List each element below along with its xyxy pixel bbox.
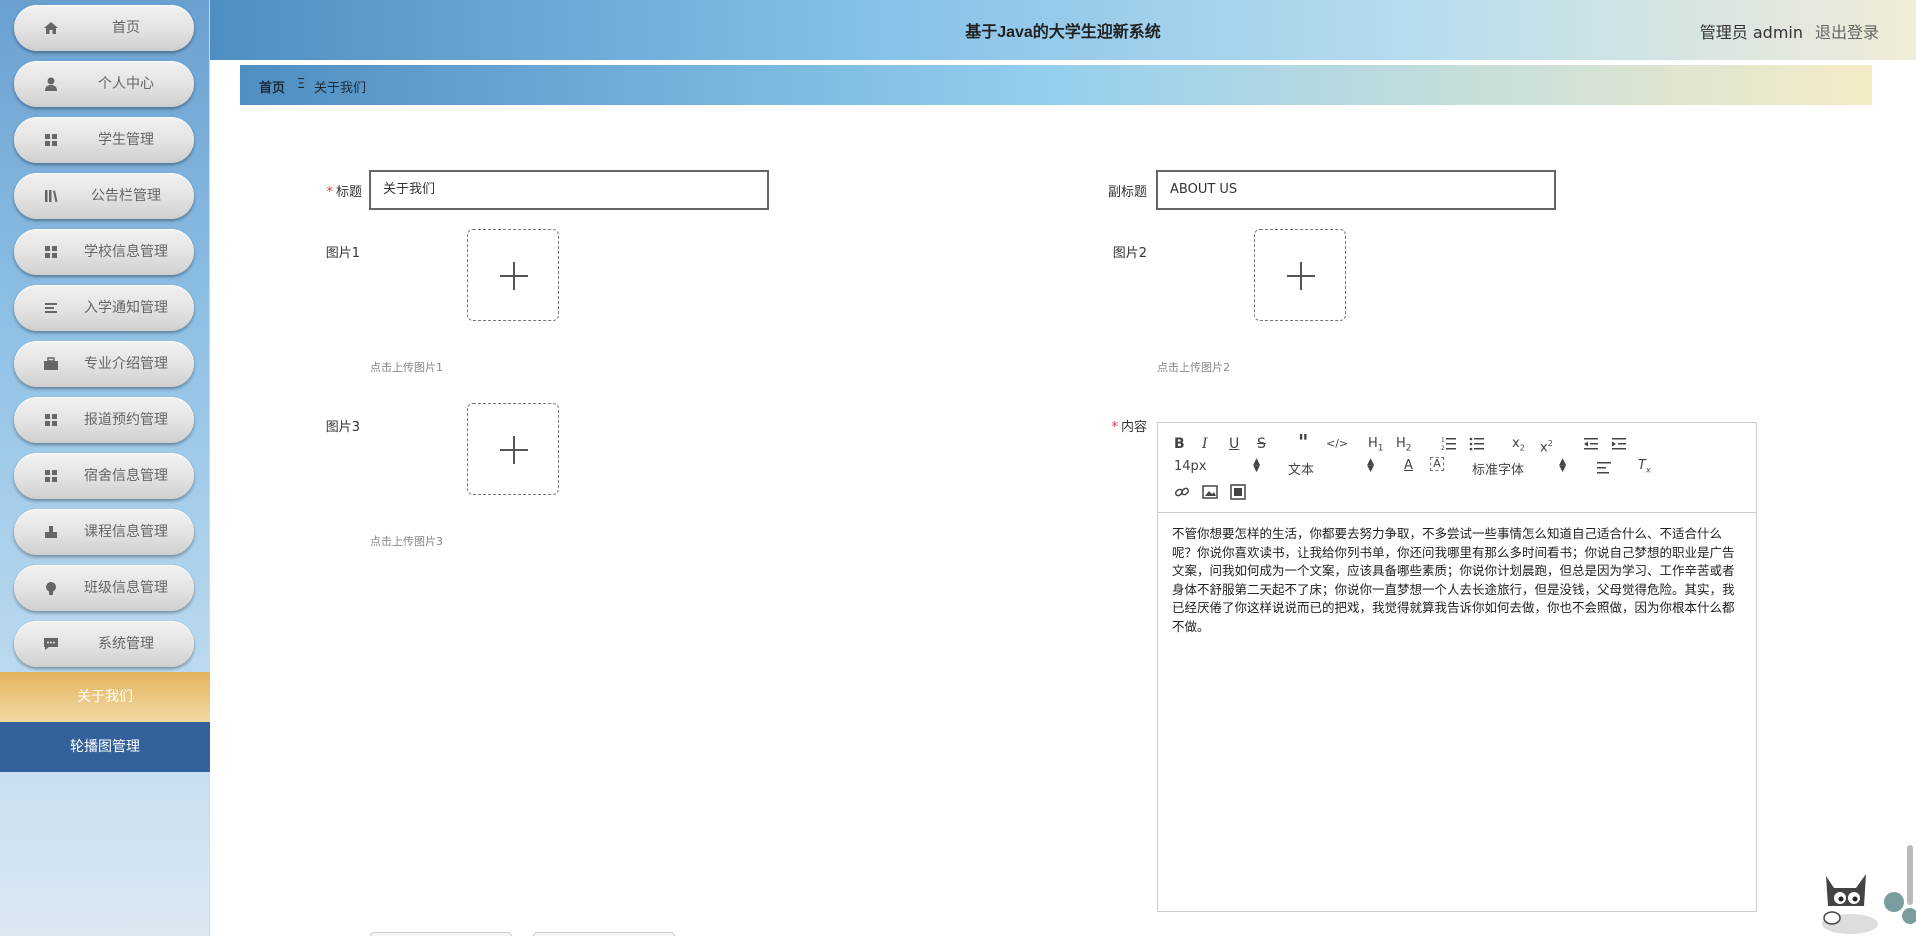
title-label-text: 标题 (335, 185, 362, 200)
sidebar-item-label: 个人中心 (98, 76, 154, 92)
clear-format-icon[interactable]: Tx (1638, 457, 1651, 480)
link-icon[interactable] (1174, 484, 1190, 500)
title-input[interactable]: 关于我们 (369, 170, 769, 210)
image1-label: 图片1 (325, 246, 360, 261)
editor-content[interactable]: 不管你想要怎样的生活，你都要去努力争取，不多尝试一些事情怎么知道自己适合什么、不… (1172, 525, 1744, 636)
sidebar-item-label: 学校信息管理 (84, 244, 168, 260)
sidebar-item-students[interactable]: 学生管理 (14, 117, 194, 163)
select-arrow-icon: ▲ ▼ (1559, 457, 1566, 474)
sidebar-item-carousel[interactable]: 轮播图管理 (0, 722, 210, 772)
select-arrow-icon: ▲ ▼ (1367, 457, 1374, 474)
sidebar-item-system[interactable]: 系统管理 (14, 621, 194, 667)
app-title: 基于Java的大学生迎新系统 (965, 24, 1161, 41)
subtitle-label: 副标题 (1107, 185, 1147, 200)
underline-icon[interactable]: U (1229, 435, 1239, 453)
required-mark: * (1111, 420, 1118, 435)
image2-uploader[interactable] (1254, 229, 1346, 321)
image2-hint: 点击上传图片2 (1157, 361, 1230, 374)
user-label: 管理员 admin (1699, 23, 1803, 42)
superscript-icon[interactable]: x2 (1540, 435, 1553, 457)
align-icon[interactable] (1596, 460, 1612, 476)
image3-uploader[interactable] (467, 403, 559, 495)
title-label: * 标题 (300, 181, 362, 200)
bold-icon[interactable]: B (1174, 435, 1185, 453)
font-size-value: 14px (1174, 459, 1207, 474)
content-label: * 内容 (1080, 416, 1147, 435)
subtitle-input[interactable]: ABOUT US (1156, 170, 1556, 210)
sidebar-item-school-info[interactable]: 学校信息管理 (14, 229, 194, 275)
image3-label: 图片3 (325, 420, 360, 435)
font-size-select[interactable]: 14px ▲ ▼ (1174, 457, 1260, 475)
sidebar-item-label: 公告栏管理 (91, 188, 161, 204)
image1-uploader[interactable] (467, 229, 559, 321)
sidebar-item-label: 首页 (112, 20, 140, 36)
sidebar-item-label: 报道预约管理 (84, 412, 168, 428)
ordered-list-icon[interactable]: 12 (1441, 436, 1457, 452)
select-arrow-icon: ▲ ▼ (1253, 457, 1260, 474)
text-style-select[interactable]: 文本 ▲ ▼ (1288, 457, 1374, 479)
breadcrumb-separator: Ξ (297, 77, 306, 92)
font-family-select[interactable]: 标准字体 ▲ ▼ (1472, 457, 1566, 479)
sidebar-item-label: 宿舍信息管理 (84, 468, 168, 484)
breadcrumb-home[interactable]: 首页 (259, 77, 285, 96)
heading1-icon[interactable]: H1 (1368, 435, 1384, 458)
indent-icon[interactable] (1611, 436, 1627, 452)
breadcrumb-current: 关于我们 (314, 81, 367, 96)
sidebar-item-about-us[interactable]: 关于我们 (0, 672, 210, 722)
svg-text:1: 1 (1441, 437, 1445, 444)
bullet-list-icon[interactable] (1469, 436, 1485, 452)
top-header: 基于Java的大学生迎新系统 管理员 admin 退出登录 (210, 0, 1916, 60)
mascot-cat-icon (1822, 874, 1916, 934)
sidebar-item-classes[interactable]: 班级信息管理 (14, 565, 194, 611)
sidebar-item-notices[interactable]: 公告栏管理 (14, 173, 194, 219)
sidebar-item-label: 系统管理 (98, 636, 154, 652)
blockquote-icon[interactable]: " (1298, 432, 1308, 452)
required-mark: * (326, 185, 333, 200)
sidebar-item-registration[interactable]: 报道预约管理 (14, 397, 194, 443)
sidebar-item-label: 入学通知管理 (84, 300, 168, 316)
outdent-icon[interactable] (1583, 436, 1599, 452)
font-family-value: 标准字体 (1472, 463, 1525, 478)
code-block-icon[interactable]: </> (1326, 435, 1348, 453)
logout-link[interactable]: 退出登录 (1815, 19, 1879, 43)
heading2-icon[interactable]: H2 (1396, 435, 1412, 458)
sidebar-item-profile[interactable]: 个人中心 (14, 61, 194, 107)
sidebar-item-label: 班级信息管理 (84, 580, 168, 596)
sidebar-item-label: 专业介绍管理 (84, 356, 168, 372)
sidebar-item-home[interactable]: 首页 (14, 5, 194, 51)
sidebar-item-label: 课程信息管理 (84, 524, 168, 540)
text-style-value: 文本 (1288, 463, 1315, 478)
cancel-button[interactable] (533, 932, 675, 936)
background-color-icon[interactable]: A (1430, 457, 1444, 471)
sidebar-item-label: 学生管理 (98, 132, 154, 148)
font-color-icon[interactable]: A (1404, 457, 1413, 475)
video-icon[interactable] (1230, 484, 1246, 500)
sidebar: 首页 个人中心 学生管理 公告栏管理 学校信息管理 入学通知管理 专业介绍管理 … (0, 0, 210, 936)
sidebar-item-dormitory[interactable]: 宿舍信息管理 (14, 453, 194, 499)
image3-hint: 点击上传图片3 (370, 535, 443, 548)
breadcrumb: 首页 Ξ 关于我们 (240, 65, 1872, 105)
rich-text-editor: B I U S " </> H1 H2 12 x2 x2 14px ▲ ▼ 文本 … (1157, 422, 1757, 912)
italic-icon[interactable]: I (1202, 435, 1208, 453)
svg-text:2: 2 (1441, 445, 1445, 452)
subscript-icon[interactable]: x2 (1512, 435, 1525, 458)
sidebar-item-courses[interactable]: 课程信息管理 (14, 509, 194, 555)
strikethrough-icon[interactable]: S (1257, 435, 1266, 453)
image2-label: 图片2 (1112, 246, 1147, 261)
submit-button[interactable] (370, 932, 512, 936)
image-icon[interactable] (1202, 484, 1218, 500)
content-label-text: 内容 (1120, 420, 1147, 435)
image1-hint: 点击上传图片1 (370, 361, 443, 374)
sidebar-item-majors[interactable]: 专业介绍管理 (14, 341, 194, 387)
editor-toolbar: B I U S " </> H1 H2 12 x2 x2 14px ▲ ▼ 文本 … (1158, 423, 1756, 513)
sidebar-item-admission-notice[interactable]: 入学通知管理 (14, 285, 194, 331)
